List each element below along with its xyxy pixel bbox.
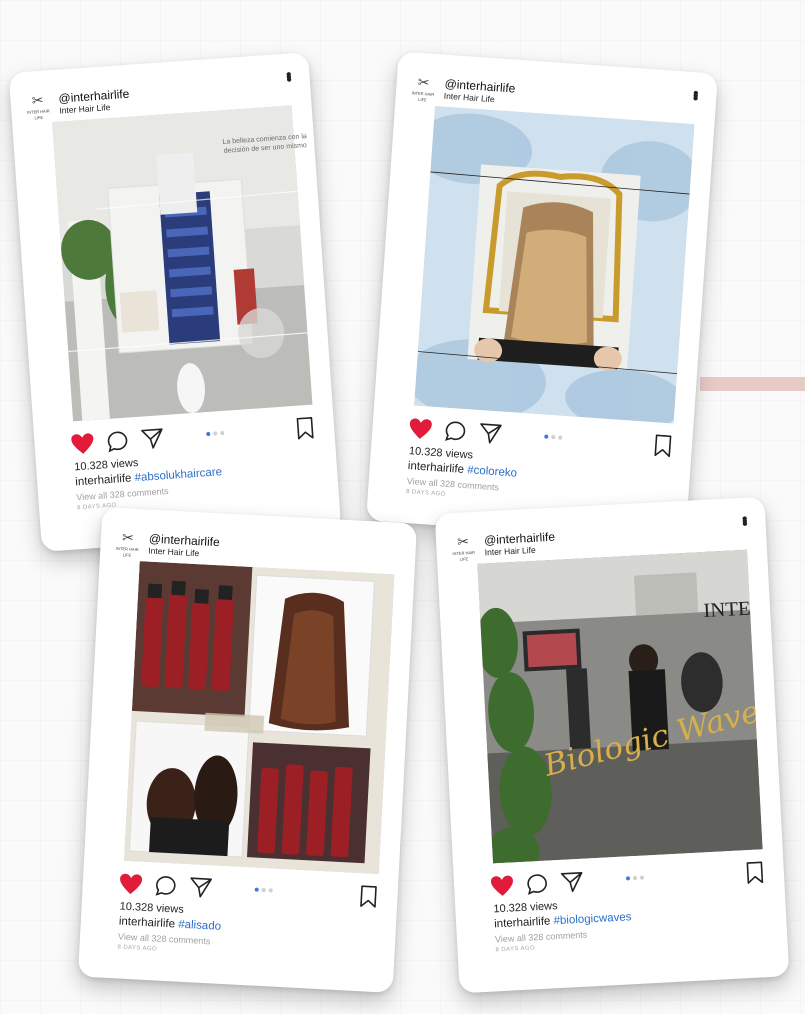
carousel-indicator — [254, 887, 276, 893]
more-options-icon[interactable]: ••• — [686, 90, 704, 99]
instagram-post-card: ✂ INTER HAIR LIFE @interhairlife Inter Ha… — [434, 496, 790, 994]
bookmark-icon[interactable] — [745, 861, 764, 884]
share-icon[interactable] — [188, 876, 213, 899]
instagram-post-card: ✂ INTER HAIR LIFE @interhairlife Inter Ha… — [8, 52, 342, 552]
brand-logo-icon: ✂ INTER HAIR LIFE — [26, 91, 50, 121]
hashtag-link[interactable]: #absolukhaircare — [134, 466, 222, 484]
caption-user[interactable]: interhairlife — [407, 460, 464, 476]
instagram-post-card: ✂ INTER HAIR LIFE @interhairlife Inter Ha… — [77, 507, 418, 993]
brand-logo-icon: ✂ INTER HAIR LIFE — [115, 529, 139, 558]
more-options-icon[interactable]: ••• — [279, 71, 297, 80]
bookmark-icon[interactable] — [295, 416, 314, 440]
brand-logo-icon: ✂ INTER HAIR LIFE — [411, 73, 435, 103]
brand-logo-icon: ✂ INTER HAIR LIFE — [452, 533, 476, 562]
carousel-indicator — [625, 875, 647, 881]
hashtag-link[interactable]: #alisado — [178, 919, 221, 933]
wall-sign-text: INTER — [703, 597, 763, 622]
hashtag-link[interactable]: #biologicwaves — [553, 911, 632, 927]
comment-icon[interactable] — [526, 873, 549, 896]
share-icon[interactable] — [560, 871, 585, 894]
post-account-name: Inter Hair Life — [59, 102, 111, 116]
post-photo[interactable]: INTER Biologic Waves — [477, 549, 763, 864]
caption-user[interactable]: interhairlife — [119, 916, 176, 931]
bookmark-icon[interactable] — [359, 885, 378, 908]
heart-icon[interactable] — [408, 417, 433, 441]
post-photo[interactable] — [52, 105, 313, 422]
carousel-indicator — [544, 434, 565, 440]
comment-icon[interactable] — [444, 420, 467, 443]
bookmark-icon[interactable] — [653, 434, 672, 458]
caption-user[interactable]: interhairlife — [75, 472, 132, 488]
caption-user[interactable]: interhairlife — [494, 915, 551, 930]
decorative-accent-bar — [700, 377, 805, 391]
post-account-name: Inter Hair Life — [148, 545, 200, 559]
heart-icon[interactable] — [70, 432, 95, 456]
comment-icon[interactable] — [106, 430, 129, 453]
share-icon[interactable] — [478, 422, 503, 446]
post-meta: 10.328 views interhairlife #alisado View… — [117, 901, 376, 964]
instagram-post-card: ✂ INTER HAIR LIFE @interhairlife Inter Ha… — [365, 51, 719, 543]
carousel-indicator — [206, 430, 227, 437]
post-photo[interactable] — [414, 106, 695, 424]
share-icon[interactable] — [140, 427, 165, 451]
heart-icon[interactable] — [490, 874, 515, 897]
heart-icon[interactable] — [118, 872, 143, 895]
comment-icon[interactable] — [154, 874, 177, 897]
hashtag-link[interactable]: #coloreko — [467, 464, 518, 479]
post-account-name: Inter Hair Life — [484, 544, 536, 558]
more-options-icon[interactable]: ••• — [735, 515, 752, 524]
post-photo[interactable] — [124, 561, 395, 875]
